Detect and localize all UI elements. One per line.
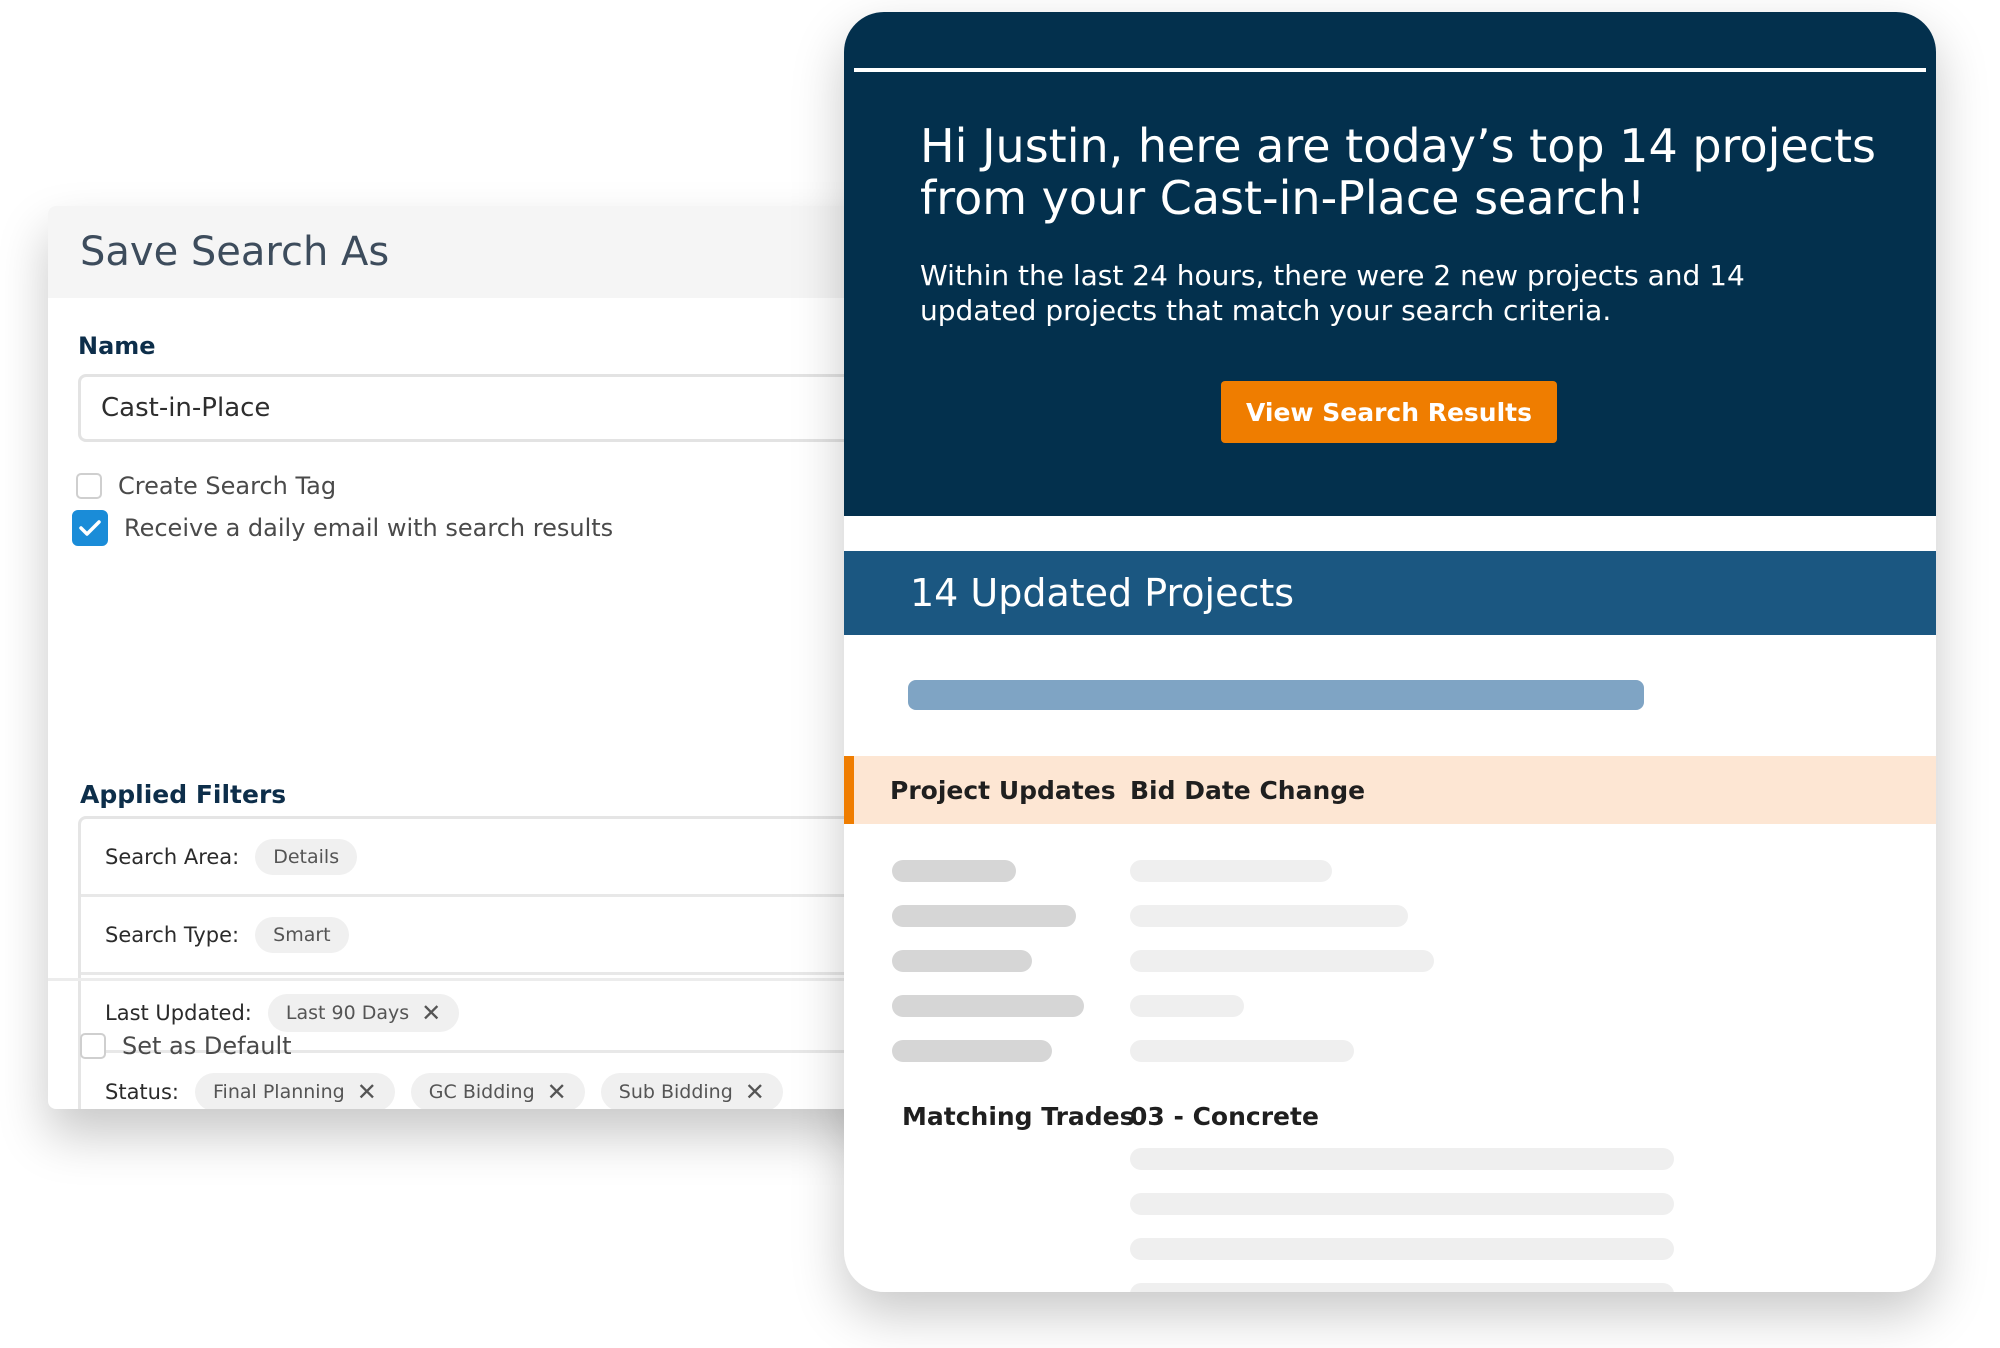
create-search-tag-checkbox[interactable] xyxy=(76,473,102,499)
project-updates-label: Project Updates xyxy=(890,775,1116,805)
check-icon xyxy=(79,520,101,536)
filter-chip: GC Bidding ✕ xyxy=(410,1073,585,1109)
skeleton-line xyxy=(1130,1193,1674,1215)
skeleton-line xyxy=(1130,860,1332,882)
set-default-option[interactable]: Set as Default xyxy=(80,1032,292,1060)
set-default-label: Set as Default xyxy=(122,1032,292,1060)
daily-email-checkbox[interactable] xyxy=(72,510,108,546)
close-icon[interactable]: ✕ xyxy=(547,1080,567,1104)
filter-chip: Last 90 Days ✕ xyxy=(267,993,460,1032)
updated-projects-title: 14 Updated Projects xyxy=(910,571,1295,615)
view-search-results-button[interactable]: View Search Results xyxy=(1221,381,1557,443)
chip-label: Sub Bidding xyxy=(618,1081,733,1103)
skeleton-line xyxy=(1130,950,1434,972)
email-preview-card: Hi Justin, here are today’s top 14 proje… xyxy=(844,12,1936,1292)
skeleton-line xyxy=(1130,905,1408,927)
updated-projects-header: 14 Updated Projects xyxy=(844,551,1936,635)
skeleton-line xyxy=(1130,1283,1674,1292)
skeleton-line xyxy=(1130,1238,1674,1260)
filter-label: Last Updated: xyxy=(105,1000,252,1025)
skeleton-line xyxy=(892,905,1076,927)
skeleton-line xyxy=(1130,995,1244,1017)
accent-strip xyxy=(844,756,854,824)
create-search-tag-label: Create Search Tag xyxy=(118,472,337,500)
matching-trades-label: Matching Trades xyxy=(902,1102,1135,1131)
email-body-text: Within the last 24 hours, there were 2 n… xyxy=(920,259,1745,327)
close-icon[interactable]: ✕ xyxy=(745,1080,765,1104)
filter-chip: Final Planning ✕ xyxy=(195,1073,395,1109)
filter-chip[interactable]: Details xyxy=(255,838,358,875)
name-label: Name xyxy=(78,332,156,360)
filter-label: Search Area: xyxy=(105,844,240,869)
skeleton-line xyxy=(892,860,1016,882)
project-updates-row: Project Updates Bid Date Change xyxy=(844,756,1936,824)
filter-label: Search Type: xyxy=(105,922,240,947)
applied-filters-label: Applied Filters xyxy=(80,780,287,809)
filter-label: Status: xyxy=(105,1080,179,1104)
create-search-tag-option[interactable]: Create Search Tag xyxy=(76,472,336,500)
skeleton-line xyxy=(892,1040,1052,1062)
skeleton-line xyxy=(1130,1040,1354,1062)
daily-email-label: Receive a daily email with search result… xyxy=(124,514,614,542)
dialog-title: Save Search As xyxy=(80,229,390,275)
skeleton-line xyxy=(892,995,1084,1017)
project-updates-value: Bid Date Change xyxy=(1130,775,1366,805)
skeleton-line xyxy=(1130,1148,1674,1170)
set-default-checkbox[interactable] xyxy=(80,1033,106,1059)
placeholder-bar xyxy=(908,680,1644,710)
chip-label: GC Bidding xyxy=(428,1081,535,1103)
filter-chip[interactable]: Smart xyxy=(255,916,349,953)
skeleton-line xyxy=(892,950,1032,972)
chip-label: Details xyxy=(273,845,340,868)
chip-label: Final Planning xyxy=(213,1081,345,1103)
close-icon[interactable]: ✕ xyxy=(357,1080,377,1104)
close-icon[interactable]: ✕ xyxy=(421,1001,441,1025)
matching-trades-value: 03 - Concrete xyxy=(1130,1102,1319,1131)
daily-email-option[interactable]: Receive a daily email with search result… xyxy=(72,510,613,546)
filter-chip: Sub Bidding ✕ xyxy=(600,1073,783,1109)
email-headline: Hi Justin, here are today’s top 14 proje… xyxy=(920,119,1876,225)
email-hero: Hi Justin, here are today’s top 14 proje… xyxy=(844,12,1936,516)
hero-divider xyxy=(854,68,1926,72)
chip-label: Last 90 Days xyxy=(285,1001,410,1024)
chip-label: Smart xyxy=(273,923,331,946)
